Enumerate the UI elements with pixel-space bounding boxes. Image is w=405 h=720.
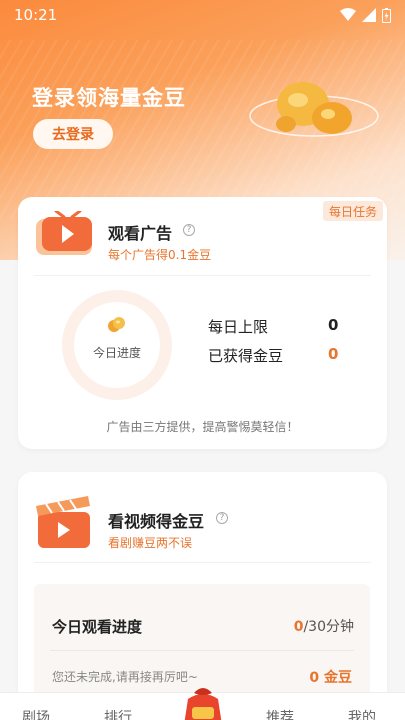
nav-item-mine[interactable]: 我的: [348, 707, 376, 720]
wifi-icon: [340, 8, 356, 21]
gold-beans-illustration: [249, 82, 379, 137]
watch-ads-subtitle: 每个广告得0.1金豆: [108, 248, 212, 262]
watch-video-title: 看视频得金豆: [108, 512, 205, 531]
help-icon[interactable]: ?: [183, 224, 195, 236]
watch-video-card: 看视频得金豆 ? 看剧赚豆两不误 今日观看进度 0/30分钟 您还未完成,请再接…: [18, 472, 387, 712]
watch-video-subtitle: 看剧赚豆两不误: [108, 536, 193, 550]
tv-play-icon: [36, 211, 92, 255]
daily-limit-label: 每日上限: [208, 318, 269, 336]
signal-icon: [362, 8, 376, 22]
hero-title: 登录领海量金豆: [32, 86, 186, 110]
divider: [34, 562, 371, 563]
battery-icon: [382, 7, 391, 23]
welfare-bag-icon[interactable]: [180, 685, 226, 720]
earned-beans-value: 0: [328, 345, 339, 363]
daily-task-tag: 每日任务: [322, 201, 383, 221]
divider: [50, 650, 354, 651]
status-bar: 10:21: [0, 0, 405, 30]
status-time: 10:21: [14, 6, 58, 24]
watch-progress-current: 0: [293, 619, 304, 635]
watch-progress-value: 0/30分钟: [294, 616, 354, 636]
daily-limit-value: 0: [328, 316, 339, 334]
bottom-nav: 剧场 排行 推荐 我的: [0, 688, 405, 720]
watch-progress-note: 您还未完成,请再接再厉吧~: [52, 670, 198, 684]
nav-item-recommend[interactable]: 推荐: [266, 707, 294, 720]
watch-reward: 0 金豆: [309, 670, 352, 686]
watch-progress-title: 今日观看进度: [52, 618, 143, 636]
nav-item-theater[interactable]: 剧场: [22, 707, 50, 720]
today-progress-label: 今日进度: [92, 346, 141, 360]
video-clapper-icon: [36, 496, 90, 548]
login-button[interactable]: 去登录: [33, 119, 113, 149]
help-icon[interactable]: ?: [216, 512, 228, 524]
ad-disclaimer: 广告由三方提供，提高警惕莫轻信！: [106, 420, 299, 434]
gold-coin-icon: [108, 317, 125, 332]
nav-item-ranking[interactable]: 排行: [104, 707, 132, 720]
watch-ads-card: 每日任务 观看广告 ? 每个广告得0.1金豆 今日进度 每日上限 0 已获得金豆…: [18, 197, 387, 449]
watch-ads-title: 观看广告: [108, 224, 173, 243]
earned-beans-label: 已获得金豆: [208, 347, 284, 365]
status-icons: [340, 7, 391, 23]
divider: [34, 275, 371, 276]
watch-progress-total: /30分钟: [303, 619, 354, 635]
